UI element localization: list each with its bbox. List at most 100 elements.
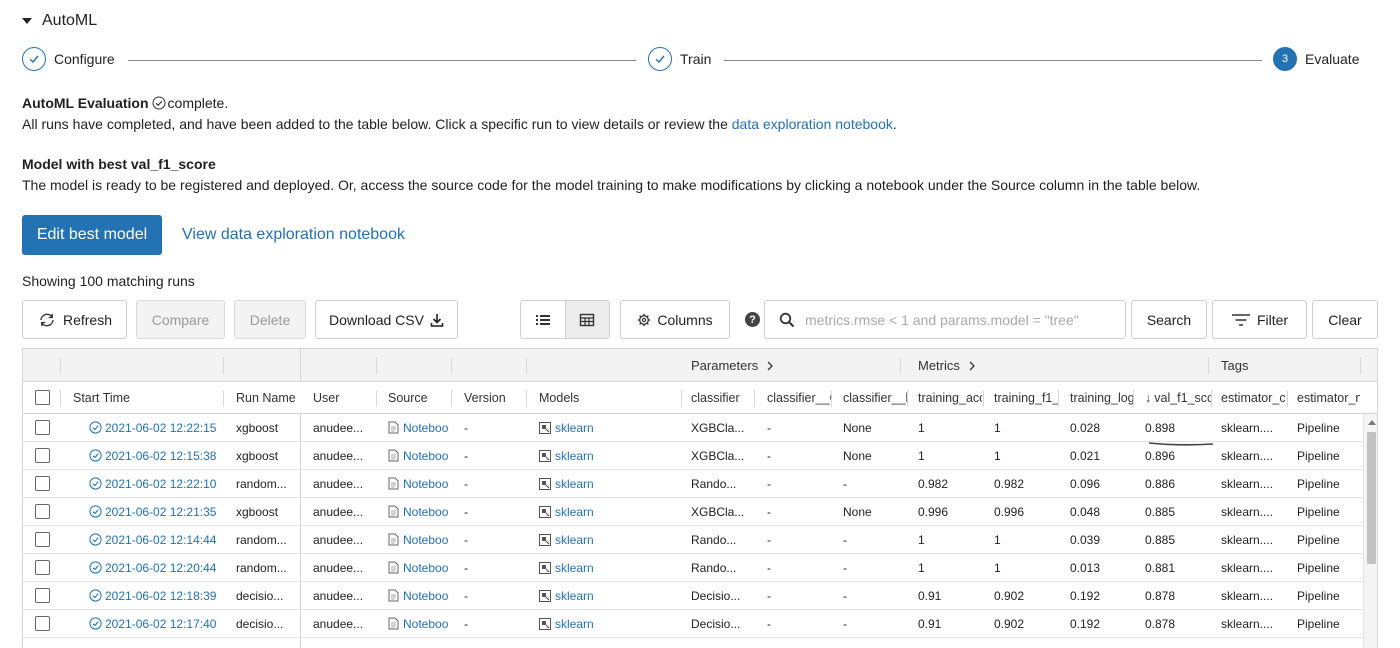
- columns-button[interactable]: Columns: [620, 300, 730, 339]
- start-time-link[interactable]: 2021-06-02 12:17:40: [105, 617, 216, 631]
- model-link[interactable]: sklearn: [555, 421, 594, 435]
- source-link[interactable]: Noteboo: [403, 421, 448, 435]
- model-link[interactable]: sklearn: [555, 449, 594, 463]
- table-view-button[interactable]: [564, 301, 609, 338]
- model-link[interactable]: sklearn: [555, 505, 594, 519]
- cell-start-time[interactable]: 2021-06-02 12:20:44: [89, 554, 219, 581]
- table-scrollbar[interactable]: [1363, 414, 1377, 648]
- cell-start-time[interactable]: 2021-06-02 12:14:44: [89, 526, 219, 553]
- cell-start-time[interactable]: 2021-06-02 12:17:40: [89, 610, 219, 637]
- cell-models[interactable]: sklearn: [539, 414, 659, 441]
- start-time-link[interactable]: 2021-06-02 12:14:44: [105, 533, 216, 547]
- cell-models[interactable]: sklearn: [539, 442, 659, 469]
- edit-best-model-button[interactable]: Edit best model: [22, 215, 162, 255]
- table-row[interactable]: 2021-06-02 12:18:39 decisio... anudee... No…: [23, 582, 1363, 610]
- data-exploration-link[interactable]: data exploration notebook: [732, 116, 893, 132]
- cell-models[interactable]: sklearn: [539, 498, 659, 525]
- model-link[interactable]: sklearn: [555, 533, 594, 547]
- table-row[interactable]: 2021-06-02 12:22:15 xgboost anudee... Noteb…: [23, 414, 1363, 442]
- table-row[interactable]: 2021-06-02 12:20:44 random... anudee... Not…: [23, 554, 1363, 582]
- cell-source[interactable]: Noteboo: [388, 610, 452, 637]
- cell-source[interactable]: Noteboo: [388, 554, 452, 581]
- cell-source[interactable]: Noteboo: [388, 526, 452, 553]
- table-row[interactable]: 2021-06-02 12:22:10 random... anudee... Not…: [23, 470, 1363, 498]
- source-link[interactable]: Noteboo: [403, 477, 448, 491]
- row-checkbox[interactable]: [35, 526, 50, 553]
- parameters-group[interactable]: Parameters: [691, 349, 776, 382]
- cell-start-time[interactable]: 2021-06-02 12:18:39: [89, 582, 219, 609]
- automl-section-toggle[interactable]: AutoML: [22, 12, 97, 30]
- table-row[interactable]: 2021-06-02 12:17:40 decisio... anudee... No…: [23, 610, 1363, 638]
- help-icon[interactable]: ?: [745, 312, 760, 327]
- cell-models[interactable]: sklearn: [539, 610, 659, 637]
- column-user[interactable]: User: [313, 382, 373, 413]
- source-link[interactable]: Noteboo: [403, 505, 448, 519]
- view-data-exploration-notebook-link[interactable]: View data exploration notebook: [182, 226, 405, 244]
- table-row[interactable]: 2021-06-02 12:15:38 xgboost anudee... Noteb…: [23, 442, 1363, 470]
- column-training-acc[interactable]: training_acc: [918, 382, 982, 413]
- column-val-f1-score[interactable]: ↓ val_f1_sco: [1145, 382, 1211, 413]
- cell-models[interactable]: sklearn: [539, 582, 659, 609]
- model-link[interactable]: sklearn: [555, 617, 594, 631]
- delete-button[interactable]: Delete: [234, 300, 306, 339]
- source-link[interactable]: Noteboo: [403, 589, 448, 603]
- clear-button[interactable]: Clear: [1312, 300, 1378, 339]
- cell-source[interactable]: Noteboo: [388, 582, 452, 609]
- start-time-link[interactable]: 2021-06-02 12:20:44: [105, 561, 216, 575]
- metrics-group[interactable]: Metrics: [918, 349, 978, 382]
- search-field[interactable]: [764, 300, 1126, 339]
- start-time-link[interactable]: 2021-06-02 12:22:15: [105, 421, 216, 435]
- cell-start-time[interactable]: 2021-06-02 12:22:15: [89, 414, 219, 441]
- select-all-checkbox[interactable]: [35, 382, 50, 413]
- cell-models[interactable]: sklearn: [539, 554, 659, 581]
- row-checkbox[interactable]: [35, 442, 50, 469]
- cell-models[interactable]: sklearn: [539, 526, 659, 553]
- column-run-name[interactable]: Run Name: [236, 382, 298, 413]
- start-time-link[interactable]: 2021-06-02 12:15:38: [105, 449, 216, 463]
- cell-start-time[interactable]: 2021-06-02 12:21:35: [89, 498, 219, 525]
- search-input[interactable]: [805, 311, 1105, 328]
- cell-source[interactable]: Noteboo: [388, 498, 452, 525]
- source-link[interactable]: Noteboo: [403, 617, 448, 631]
- table-row[interactable]: 2021-06-02 12:21:35 xgboost anudee... Noteb…: [23, 498, 1363, 526]
- column-estimator-name[interactable]: estimator_n: [1297, 382, 1360, 413]
- refresh-button[interactable]: Refresh: [22, 300, 127, 339]
- column-version[interactable]: Version: [464, 382, 524, 413]
- start-time-link[interactable]: 2021-06-02 12:22:10: [105, 477, 216, 491]
- cell-source[interactable]: Noteboo: [388, 442, 452, 469]
- source-link[interactable]: Noteboo: [403, 449, 448, 463]
- cell-source[interactable]: Noteboo: [388, 470, 452, 497]
- column-training-f1[interactable]: training_f1_: [994, 382, 1058, 413]
- list-view-button[interactable]: [521, 301, 565, 338]
- row-checkbox[interactable]: [35, 414, 50, 441]
- scroll-up-icon[interactable]: [1368, 420, 1376, 425]
- source-link[interactable]: Noteboo: [403, 561, 448, 575]
- model-link[interactable]: sklearn: [555, 477, 594, 491]
- compare-button[interactable]: Compare: [136, 300, 225, 339]
- filter-button[interactable]: Filter: [1212, 300, 1307, 339]
- row-checkbox[interactable]: [35, 498, 50, 525]
- column-classifier[interactable]: classifier: [691, 382, 751, 413]
- row-checkbox[interactable]: [35, 554, 50, 581]
- model-link[interactable]: sklearn: [555, 561, 594, 575]
- column-models[interactable]: Models: [539, 382, 679, 413]
- model-link[interactable]: sklearn: [555, 589, 594, 603]
- scroll-thumb[interactable]: [1367, 432, 1376, 564]
- start-time-link[interactable]: 2021-06-02 12:18:39: [105, 589, 216, 603]
- column-training-log[interactable]: training_log: [1070, 382, 1134, 413]
- column-source[interactable]: Source: [388, 382, 448, 413]
- cell-start-time[interactable]: 2021-06-02 12:22:10: [89, 470, 219, 497]
- search-button[interactable]: Search: [1131, 300, 1207, 339]
- download-csv-button[interactable]: Download CSV: [315, 300, 458, 339]
- cell-source[interactable]: Noteboo: [388, 414, 452, 441]
- column-estimator-class[interactable]: estimator_cl: [1221, 382, 1285, 413]
- column-start-time[interactable]: Start Time: [73, 382, 213, 413]
- row-checkbox[interactable]: [35, 470, 50, 497]
- table-row[interactable]: 2021-06-02 12:14:44 random... anudee... Not…: [23, 526, 1363, 554]
- row-checkbox[interactable]: [35, 582, 50, 609]
- cell-start-time[interactable]: 2021-06-02 12:15:38: [89, 442, 219, 469]
- row-checkbox[interactable]: [35, 610, 50, 637]
- column-classifier-c[interactable]: classifier__C: [767, 382, 831, 413]
- column-classifier-b[interactable]: classifier__b: [843, 382, 907, 413]
- cell-models[interactable]: sklearn: [539, 470, 659, 497]
